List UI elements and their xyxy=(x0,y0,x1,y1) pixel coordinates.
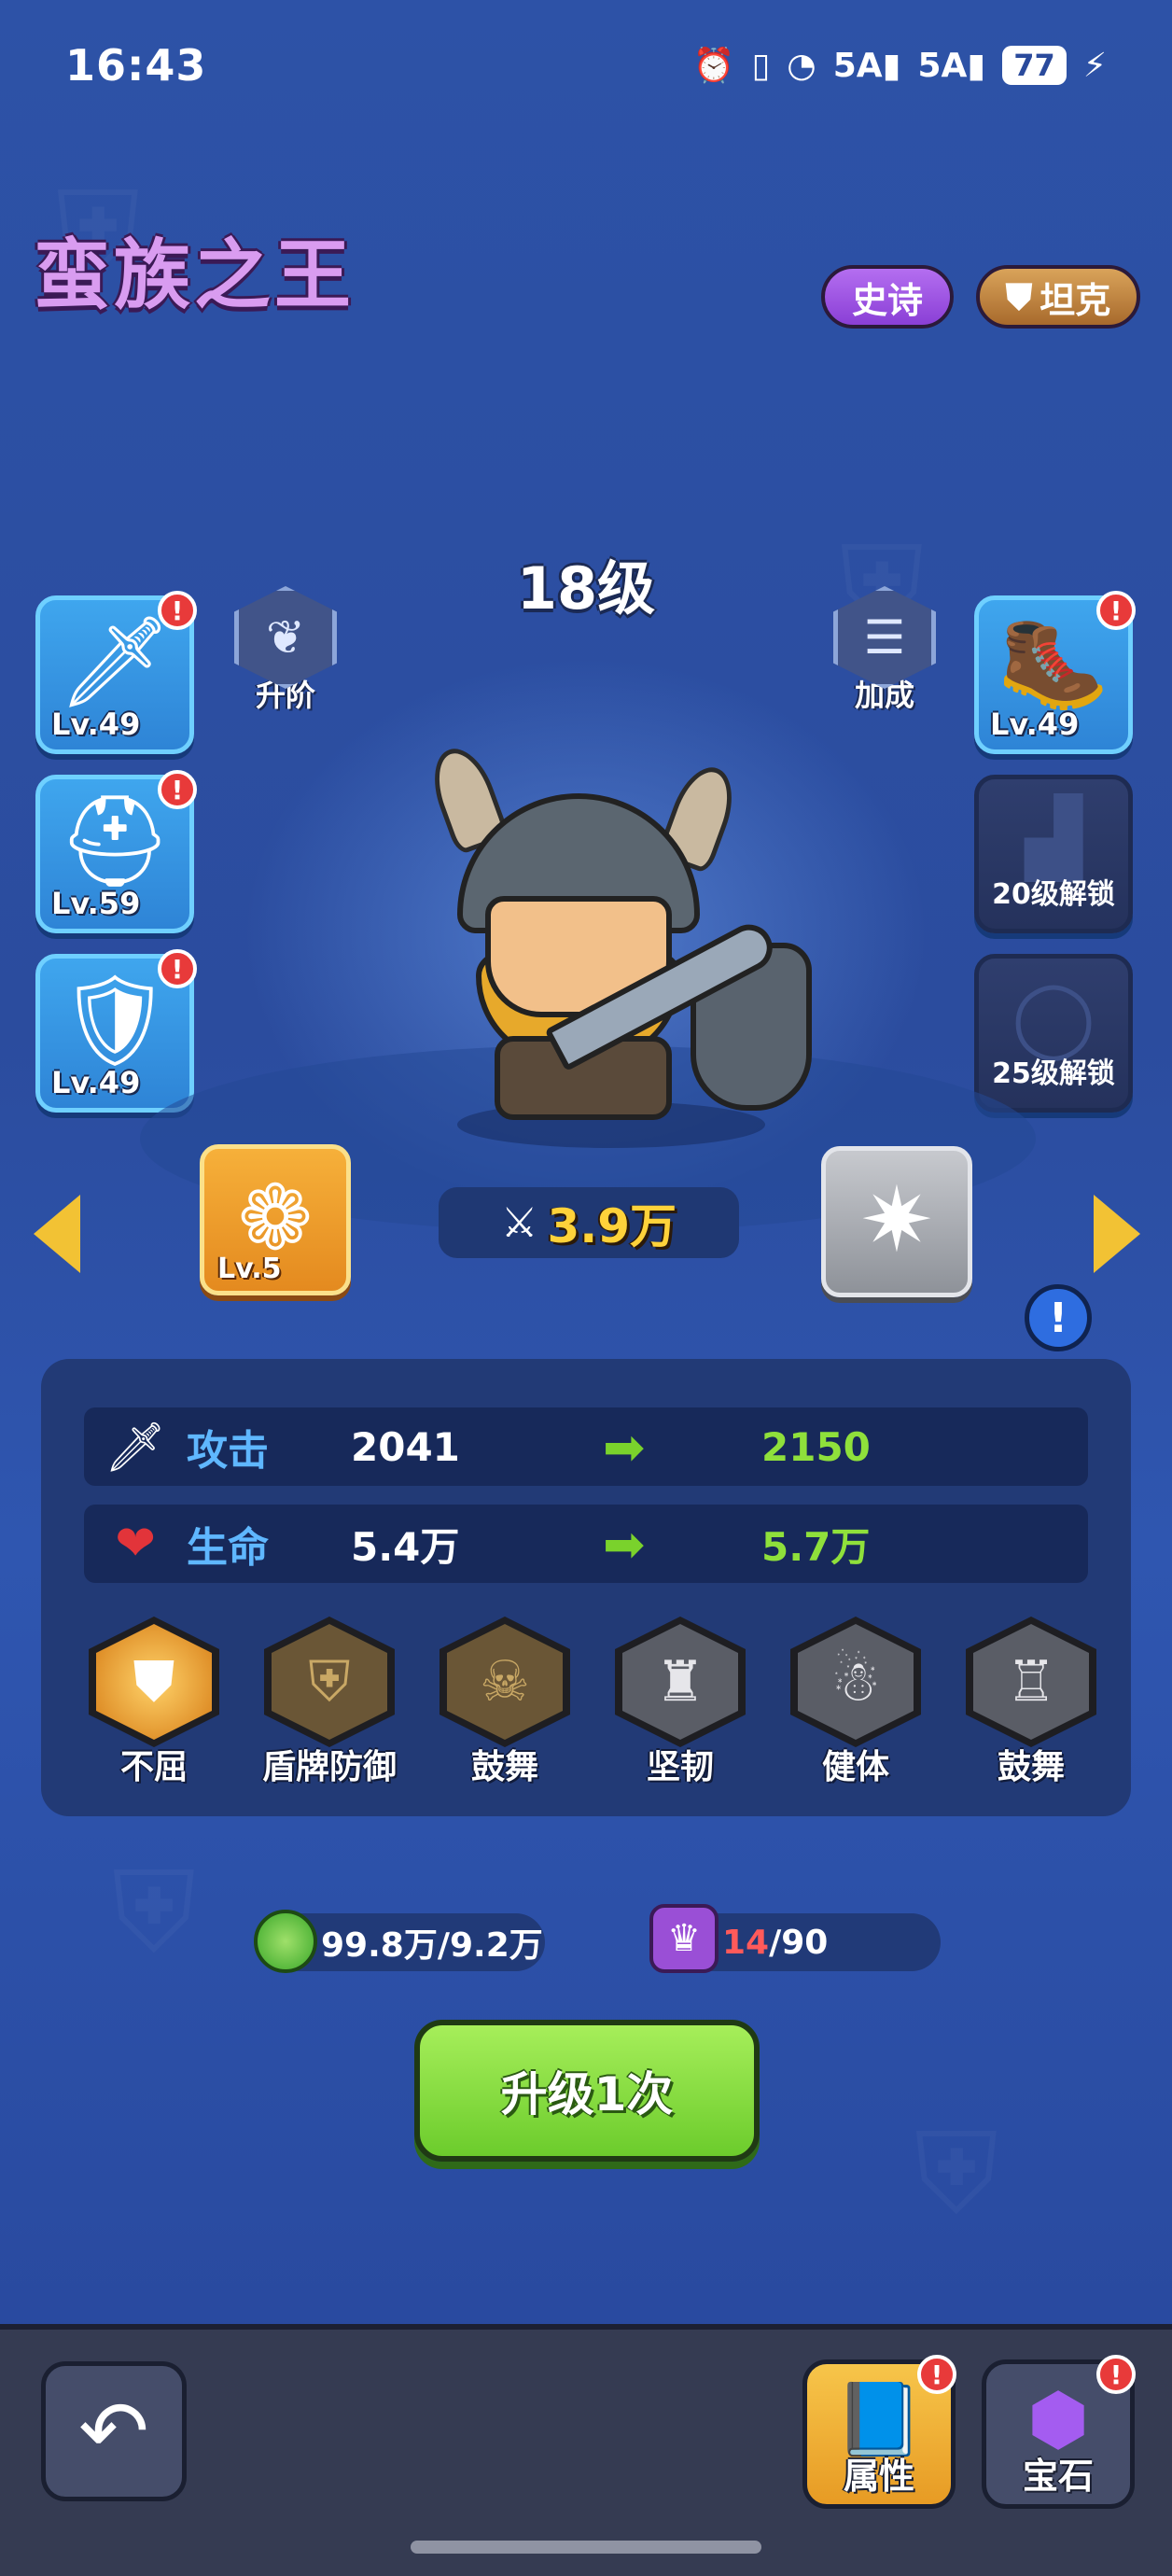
combat-power-value: 3.9万 xyxy=(547,1199,677,1253)
signal-icon: 5A▮ xyxy=(832,46,901,85)
unlock-requirement: 20级解锁 xyxy=(992,878,1115,911)
gem-level: Lv.5 xyxy=(217,1253,282,1285)
stat-row-hp: ❤ 生命 5.4万 ➡ 5.7万 xyxy=(84,1505,1088,1583)
role-badge: ⛊ 坦克 xyxy=(976,265,1140,329)
equip-slot-weapon[interactable]: 🗡 Lv.49 ! xyxy=(35,591,197,754)
gems-button[interactable]: ⬢ 宝石 ! xyxy=(982,2355,1136,2509)
back-button[interactable]: ↶ xyxy=(41,2361,187,2501)
prev-hero-arrow-icon[interactable] xyxy=(34,1195,80,1273)
pants-icon: ▟ xyxy=(1025,794,1082,881)
bonus-button[interactable]: ☰ 加成 xyxy=(829,586,941,717)
exp-orb-icon xyxy=(254,1910,317,1973)
shield-icon: ⛨ xyxy=(272,1624,387,1740)
skill-inspire-2[interactable]: ♖ 鼓舞 xyxy=(961,1617,1101,1788)
stat-name: 生命 xyxy=(187,1524,269,1572)
battery-icon: 77 xyxy=(1002,46,1067,85)
next-hero-arrow-icon[interactable] xyxy=(1094,1195,1140,1273)
armor-icon: ♜ xyxy=(622,1624,738,1740)
skill-inspire[interactable]: ☠ 鼓舞 xyxy=(435,1617,575,1788)
equip-level: Lv.49 xyxy=(51,707,141,742)
stat-current: 5.4万 xyxy=(351,1523,460,1570)
status-icons: ⏰ ▯ ◔ 5A▮ 5A▮ 77 ⚡ xyxy=(693,46,1107,85)
shard-resource: ♛ 14/90 xyxy=(649,1904,941,1973)
wifi-icon: ◔ xyxy=(787,46,816,85)
attributes-button[interactable]: 📘 属性 ! xyxy=(802,2355,956,2509)
alert-badge-icon: ! xyxy=(158,949,197,988)
equip-slot-locked-ring[interactable]: ◯ 25级解锁 xyxy=(974,954,1133,1113)
crossed-swords-icon: ⚔ xyxy=(500,1198,538,1247)
equip-level: Lv.49 xyxy=(51,1065,141,1100)
hero-name: 蛮族之王 xyxy=(34,231,356,320)
skill-list: ⛊ 不屈 ⛨ 盾牌防御 ☠ 鼓舞 ♜ 坚韧 ☃ 健体 ♖ 鼓舞 xyxy=(84,1617,1101,1788)
hero-shard-icon: ♛ xyxy=(649,1904,719,1973)
alert-badge-icon: ! xyxy=(158,591,197,630)
equip-slot-armor[interactable]: 🛡 Lv.49 ! xyxy=(35,949,197,1113)
stat-next: 2150 xyxy=(761,1423,871,1470)
unlock-requirement: 25级解锁 xyxy=(992,1057,1115,1090)
heart-icon: ❤ xyxy=(115,1516,156,1572)
shield-icon: ⛊ xyxy=(1005,275,1033,317)
back-arrow-icon: ↶ xyxy=(78,2382,149,2481)
info-button[interactable]: ! xyxy=(1025,1284,1092,1351)
skull-icon: ☠ xyxy=(447,1624,563,1740)
attributes-label: 属性 xyxy=(843,2456,914,2497)
exp-amount: 99.8万/9.2万 xyxy=(321,1926,543,1965)
ghost-icon: ☃ xyxy=(798,1624,914,1740)
silver-gem-icon: ✷ xyxy=(858,1168,935,1272)
ascend-button[interactable]: ❦ 升阶 xyxy=(230,586,342,717)
signal-icon: 5A▮ xyxy=(917,46,986,85)
alert-badge-icon: ! xyxy=(1096,591,1136,630)
background-pattern: ⛨ xyxy=(914,2109,998,2240)
arrow-right-icon: ➡ xyxy=(603,1417,646,1477)
equip-level: Lv.59 xyxy=(51,886,141,921)
alert-badge-icon: ! xyxy=(917,2355,956,2394)
sword-icon: 🗡 xyxy=(104,1419,166,1476)
skill-unyielding[interactable]: ⛊ 不屈 xyxy=(84,1617,224,1788)
skill-fitness[interactable]: ☃ 健体 xyxy=(786,1617,926,1788)
stat-name: 攻击 xyxy=(187,1427,269,1475)
stat-current: 2041 xyxy=(351,1423,460,1470)
ring-icon: ◯ xyxy=(1012,973,1095,1060)
combat-power: ⚔ 3.9万 xyxy=(439,1187,739,1258)
equip-slot-locked-pants[interactable]: ▟ 20级解锁 xyxy=(974,775,1133,933)
gem-slot-empty[interactable]: ✷ xyxy=(821,1146,972,1297)
stat-row-attack: 🗡 攻击 2041 ➡ 2150 xyxy=(84,1407,1088,1486)
hero-character xyxy=(401,737,821,1148)
charging-icon: ⚡ xyxy=(1082,46,1107,85)
alarm-icon: ⏰ xyxy=(692,47,735,85)
gems-label: 宝石 xyxy=(1022,2456,1094,2497)
alert-badge-icon: ! xyxy=(158,770,197,809)
golden-shield-icon: ⛊ xyxy=(96,1624,212,1740)
status-bar: 16:43 ⏰ ▯ ◔ 5A▮ 5A▮ 77 ⚡ xyxy=(65,37,1107,93)
alert-badge-icon: ! xyxy=(1096,2355,1136,2394)
stat-next: 5.7万 xyxy=(761,1523,871,1570)
gem-slot-equipped[interactable]: ❁ Lv.5 xyxy=(200,1144,351,1295)
equip-level: Lv.49 xyxy=(990,707,1080,742)
status-time: 16:43 xyxy=(65,40,207,91)
exp-resource: 99.8万/9.2万 xyxy=(254,1910,545,1973)
stats-panel: 🗡 攻击 2041 ➡ 2150 ❤ 生命 5.4万 ➡ 5.7万 ⛊ 不屈 ⛨… xyxy=(41,1359,1131,1816)
arrow-right-icon: ➡ xyxy=(603,1514,646,1574)
home-indicator[interactable] xyxy=(411,2541,761,2554)
shard-amount: 14/90 xyxy=(722,1923,829,1962)
equip-slot-helmet[interactable]: ⛑ Lv.59 ! xyxy=(35,770,197,933)
skill-shield-defense[interactable]: ⛨ 盾牌防御 xyxy=(259,1617,399,1788)
upgrade-button[interactable]: 升级1次 xyxy=(414,2020,760,2162)
rarity-badge: 史诗 xyxy=(821,265,954,329)
equip-slot-boots[interactable]: 🥾 Lv.49 ! xyxy=(974,591,1136,754)
vest-icon: ♖ xyxy=(973,1624,1089,1740)
skill-tenacity[interactable]: ♜ 坚韧 xyxy=(610,1617,750,1788)
vibrate-icon: ▯ xyxy=(751,46,771,85)
background-pattern: ⛨ xyxy=(112,1848,196,1979)
